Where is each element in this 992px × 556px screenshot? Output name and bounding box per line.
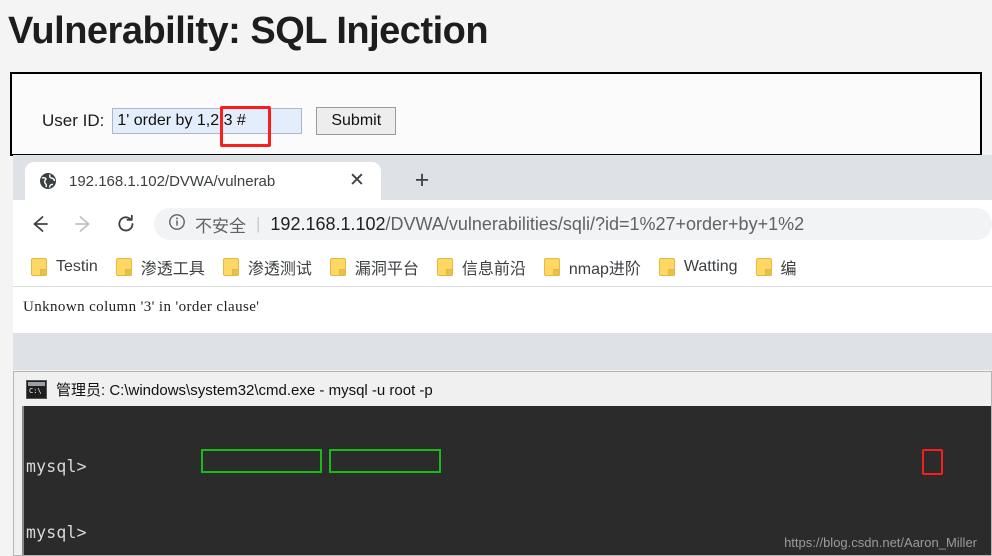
omnibox-separator: |	[256, 214, 261, 233]
cmd-window-title: 管理员: C:\windows\system32\cmd.exe - mysql…	[56, 381, 433, 399]
tab-strip: 192.168.1.102/DVWA/vulnerab ✕ +	[13, 155, 992, 200]
console-line: mysql>	[26, 457, 87, 476]
bookmark-label: 信息前沿	[461, 261, 526, 278]
page-title: Vulnerability: SQL Injection	[8, 10, 489, 52]
url-text: 192.168.1.102/DVWA/vulnerabilities/sqli/…	[270, 214, 804, 235]
folder-icon	[31, 258, 47, 276]
bookmark-item[interactable]: 漏洞平台	[329, 255, 419, 279]
folder-icon	[658, 258, 675, 276]
cmd-title-bar[interactable]: C:\ 管理员: C:\windows\system32\cmd.exe - m…	[14, 372, 991, 406]
console-output: mysql> mysql> mysql> select first_name, …	[24, 406, 991, 555]
user-id-input[interactable]	[112, 108, 303, 134]
bookmark-item[interactable]: 渗透工具	[115, 255, 205, 279]
security-status-label: 不安全	[195, 216, 246, 236]
bookmark-item[interactable]: 信息前沿	[436, 255, 526, 279]
bookmarks-bar: Testin 渗透工具 渗透测试 漏洞平台 信息前沿 nmap进阶 Wattin…	[13, 248, 992, 287]
reload-icon[interactable]	[110, 208, 142, 240]
address-bar[interactable]: 不安全 | 192.168.1.102/DVWA/vulnerabilities…	[154, 208, 992, 240]
new-tab-button[interactable]: +	[408, 167, 436, 195]
watermark-text: https://blog.csdn.net/Aaron_Miller	[784, 535, 977, 550]
browser-navigation-bar: 不安全 | 192.168.1.102/DVWA/vulnerabilities…	[13, 200, 992, 248]
bookmark-item[interactable]: Testin	[31, 258, 98, 276]
chrome-browser-window: 192.168.1.102/DVWA/vulnerab ✕ + 不安全 | 19…	[13, 155, 992, 370]
bookmark-item[interactable]: 编	[755, 255, 797, 279]
browser-tab-title: 192.168.1.102/DVWA/vulnerab	[69, 172, 276, 190]
sql-error-message: Unknown column '3' in 'order clause'	[23, 299, 260, 315]
bookmark-label: 编	[780, 261, 797, 278]
bookmark-item[interactable]: Watting	[658, 258, 738, 276]
url-host: 192.168.1.102	[270, 213, 386, 234]
bookmark-label: nmap进阶	[568, 261, 641, 278]
user-id-form: User ID: Submit	[42, 107, 397, 135]
info-circle-icon[interactable]	[168, 213, 186, 236]
bookmark-label: Testin	[56, 258, 98, 275]
submit-button[interactable]: Submit	[316, 107, 397, 135]
folder-icon	[436, 258, 453, 276]
folder-icon	[329, 258, 346, 276]
browser-page-content: Unknown column '3' in 'order clause'	[13, 287, 992, 333]
close-icon[interactable]: ✕	[347, 171, 367, 191]
browser-tab-active[interactable]: 192.168.1.102/DVWA/vulnerab ✕	[25, 162, 381, 200]
back-arrow-icon[interactable]	[24, 208, 56, 240]
bookmark-item[interactable]: nmap进阶	[543, 255, 641, 279]
cmd-console-icon: C:\	[26, 379, 47, 399]
folder-icon	[115, 258, 132, 276]
bookmark-item[interactable]: 渗透测试	[222, 255, 312, 279]
url-path: /DVWA/vulnerabilities/sqli/?id=1%27+orde…	[385, 213, 805, 234]
folder-icon	[755, 258, 772, 276]
globe-icon	[39, 172, 57, 190]
bookmark-label: 漏洞平台	[354, 261, 419, 278]
forward-arrow-icon	[67, 208, 99, 240]
bookmark-label: 渗透测试	[247, 261, 312, 278]
user-id-label: User ID:	[42, 111, 105, 130]
cmd-window: C:\ 管理员: C:\windows\system32\cmd.exe - m…	[13, 371, 992, 556]
bookmark-label: Watting	[683, 258, 738, 275]
mysql-console[interactable]: mysql> mysql> mysql> select first_name, …	[22, 406, 991, 555]
bookmark-label: 渗透工具	[140, 261, 205, 278]
folder-icon	[543, 258, 560, 276]
folder-icon	[222, 258, 239, 276]
sql-injection-form-box: User ID: Submit	[10, 72, 982, 156]
